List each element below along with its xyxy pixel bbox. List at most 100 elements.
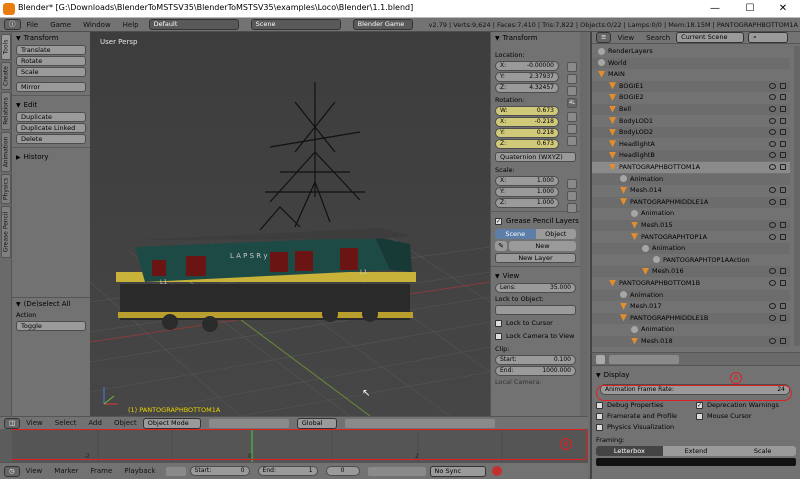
delete-button[interactable]: Delete bbox=[16, 134, 86, 144]
timeline-menu-view[interactable]: View bbox=[20, 467, 49, 475]
render-toggle-icon[interactable] bbox=[780, 152, 786, 159]
physics-visualization-checkbox[interactable] bbox=[596, 423, 603, 431]
lock-location-y-icon[interactable] bbox=[567, 74, 577, 84]
outliner-row[interactable]: BodyLOD2 bbox=[592, 127, 790, 139]
visibility-eye-icon[interactable] bbox=[769, 314, 776, 321]
framing-scale-tab[interactable]: Scale bbox=[729, 446, 797, 456]
visibility-eye-icon[interactable] bbox=[769, 164, 776, 170]
render-toggle-icon[interactable] bbox=[780, 82, 786, 89]
render-toggle-icon[interactable] bbox=[780, 117, 786, 124]
minimize-button[interactable]: — bbox=[698, 1, 732, 17]
edit-panel-header[interactable]: ▼ Edit bbox=[12, 99, 90, 111]
mouse-cursor-checkbox[interactable] bbox=[696, 412, 703, 420]
render-toggle-icon[interactable] bbox=[780, 338, 786, 344]
render-toggle-icon[interactable] bbox=[780, 233, 786, 240]
render-toggle-icon[interactable] bbox=[780, 303, 786, 310]
outliner-menu-search[interactable]: Search bbox=[640, 34, 676, 42]
duplicate-button[interactable]: Duplicate bbox=[16, 112, 86, 122]
transform-section-header[interactable]: ▼ Transform bbox=[491, 32, 580, 44]
framerate-profile-checkbox[interactable] bbox=[596, 412, 603, 420]
outliner-row[interactable]: World bbox=[592, 57, 790, 69]
menu-help[interactable]: Help bbox=[117, 21, 145, 29]
transform-orientation-selector[interactable]: Global bbox=[296, 417, 337, 429]
lock-object-field[interactable] bbox=[495, 305, 576, 315]
menu-game[interactable]: Game bbox=[44, 21, 77, 29]
lock-rotation-x-icon[interactable] bbox=[567, 112, 577, 122]
visibility-eye-icon[interactable] bbox=[769, 187, 776, 194]
outliner-scrollbar[interactable] bbox=[794, 46, 800, 346]
tab-grease-pencil[interactable]: Grease Pencil bbox=[1, 206, 11, 258]
view-section-header[interactable]: ▼ View bbox=[491, 270, 580, 282]
duplicate-linked-button[interactable]: Duplicate Linked bbox=[16, 123, 86, 133]
outliner-editor-icon[interactable]: ≡ bbox=[596, 32, 612, 43]
outliner-row[interactable]: Animation bbox=[592, 243, 790, 255]
mouse-cursor-option[interactable]: Mouse Cursor bbox=[696, 412, 752, 420]
visibility-eye-icon[interactable] bbox=[769, 268, 776, 275]
location-x-field[interactable]: X: -0.00000 bbox=[495, 61, 559, 71]
render-toggle-icon[interactable] bbox=[780, 268, 786, 275]
layout-selector[interactable]: Default bbox=[148, 19, 239, 30]
framing-letterbox-tab[interactable]: Letterbox bbox=[596, 446, 663, 456]
lock-to-cursor-option[interactable]: Lock to Cursor bbox=[491, 318, 580, 328]
timeline-menu-marker[interactable]: Marker bbox=[48, 467, 84, 475]
mirror-button[interactable]: Mirror bbox=[16, 82, 86, 92]
gp-new-button[interactable]: New bbox=[509, 241, 576, 251]
scale-y-field[interactable]: Y: 1.000 bbox=[495, 187, 559, 197]
properties-context-tabs[interactable] bbox=[609, 354, 679, 364]
close-button[interactable]: ✕ bbox=[766, 1, 800, 17]
current-frame-field[interactable]: 0 bbox=[325, 466, 360, 476]
outliner-row[interactable]: PANTOGRAPHBOTTOM1B bbox=[592, 278, 790, 289]
render-toggle-icon[interactable] bbox=[780, 280, 786, 286]
render-toggle-icon[interactable] bbox=[780, 187, 786, 194]
rotation-w-field[interactable]: W: 0.673 bbox=[495, 106, 559, 116]
playback-controls[interactable] bbox=[367, 466, 426, 476]
rotation-mode-dropdown[interactable]: Quaternion (WXYZ) bbox=[495, 152, 576, 162]
4l-toggle-button[interactable]: 4L bbox=[567, 98, 577, 108]
gp-scene-tab[interactable]: Scene bbox=[495, 229, 536, 239]
physics-visualization-option[interactable]: Physics Visualization bbox=[596, 423, 674, 431]
engine-selector[interactable]: Blender Game bbox=[352, 19, 413, 30]
debug-properties-option[interactable]: Debug Properties bbox=[596, 401, 696, 409]
outliner-row[interactable]: BOGIE1 bbox=[592, 80, 790, 92]
framing-color-swatch[interactable] bbox=[596, 458, 796, 466]
tab-relations[interactable]: Relations bbox=[1, 92, 11, 130]
render-toggle-icon[interactable] bbox=[780, 106, 786, 112]
viewport-editor-icon[interactable]: ◫ bbox=[4, 417, 21, 429]
lock-location-x-icon[interactable] bbox=[567, 62, 577, 72]
outliner-row[interactable]: PANTOGRAPHBOTTOM1A bbox=[592, 162, 790, 173]
clip-end-field[interactable]: End: 1000.000 bbox=[495, 366, 576, 376]
timeline-menu-frame[interactable]: Frame bbox=[85, 467, 119, 475]
outliner-display-mode[interactable]: Current Scene bbox=[676, 32, 745, 43]
debug-properties-checkbox[interactable] bbox=[596, 401, 603, 409]
grease-pencil-header[interactable]: Grease Pencil Layers bbox=[491, 215, 580, 227]
visibility-eye-icon[interactable] bbox=[769, 82, 776, 89]
visibility-eye-icon[interactable] bbox=[769, 129, 776, 136]
sync-mode-selector[interactable]: No Sync bbox=[429, 465, 486, 477]
layer-buttons[interactable] bbox=[344, 418, 495, 428]
visibility-eye-icon[interactable] bbox=[769, 106, 776, 112]
scale-z-field[interactable]: Z: 1.000 bbox=[495, 198, 559, 208]
new-layer-button[interactable]: New Layer bbox=[495, 253, 576, 263]
outliner-row[interactable]: PANTOGRAPHTOP1AAction bbox=[592, 255, 790, 266]
outliner-row[interactable]: Mesh.017 bbox=[592, 301, 790, 312]
render-toggle-icon[interactable] bbox=[780, 140, 786, 147]
location-z-field[interactable]: Z: 4.32457 bbox=[495, 83, 559, 93]
rotation-y-field[interactable]: Y: 0.218 bbox=[495, 128, 559, 138]
mode-selector[interactable]: Object Mode bbox=[142, 417, 201, 429]
lock-scale-x-icon[interactable] bbox=[567, 179, 577, 189]
lock-camera-option[interactable]: Lock Camera to View bbox=[491, 331, 580, 341]
outliner-row[interactable]: Animation bbox=[592, 208, 790, 219]
tab-tools[interactable]: Tools bbox=[1, 34, 11, 60]
grease-pencil-checkbox[interactable] bbox=[495, 217, 502, 225]
scale-button[interactable]: Scale bbox=[16, 67, 86, 77]
visibility-eye-icon[interactable] bbox=[769, 338, 776, 344]
outliner-row[interactable]: BodyLOD1 bbox=[592, 116, 790, 127]
lens-field[interactable]: Lens: 35.000 bbox=[495, 283, 576, 293]
visibility-eye-icon[interactable] bbox=[769, 303, 776, 310]
render-toggle-icon[interactable] bbox=[780, 314, 786, 321]
outliner-row[interactable]: Animation bbox=[592, 324, 790, 335]
timeline-menu-playback[interactable]: Playback bbox=[118, 467, 161, 475]
visibility-eye-icon[interactable] bbox=[769, 152, 776, 159]
outliner-row[interactable]: HeadlightA bbox=[592, 139, 790, 150]
outliner-row[interactable]: Animation bbox=[592, 173, 790, 185]
